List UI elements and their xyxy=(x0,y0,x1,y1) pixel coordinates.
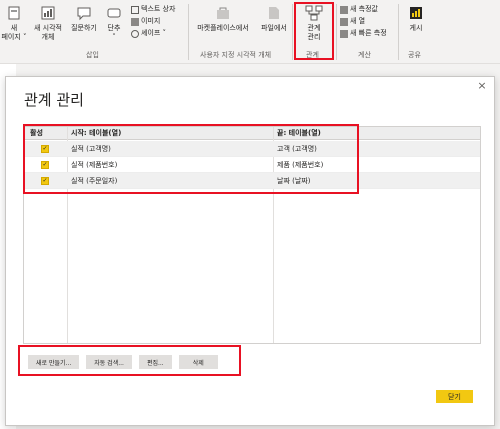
new-visual-label: 새 시각적 개체 xyxy=(34,24,62,41)
from-file-button[interactable]: 파일에서 xyxy=(257,4,291,33)
textbox-icon xyxy=(131,5,139,14)
publish-label: 게시 xyxy=(409,24,423,32)
insert-group-label: 삽입 xyxy=(86,51,99,59)
image-icon xyxy=(131,17,139,26)
new-column-label: 새 열 xyxy=(350,17,366,25)
new-quick-measure-button[interactable]: 새 빠른 측정 xyxy=(340,29,387,38)
ribbon-separator xyxy=(188,4,189,60)
shapes-icon xyxy=(131,29,139,38)
publish-button[interactable]: 게시 xyxy=(402,4,430,33)
shapes-label: 셰이프 ˅ xyxy=(141,29,167,37)
share-group-label: 공유 xyxy=(408,51,421,59)
table-highlight xyxy=(23,124,359,194)
new-visual-icon xyxy=(39,4,57,22)
buttons-highlight xyxy=(18,345,241,376)
quick-measure-icon xyxy=(340,29,348,38)
close-button[interactable]: 닫기 xyxy=(436,390,473,403)
new-quick-measure-label: 새 빠른 측정 xyxy=(350,29,387,37)
text-box-label: 텍스트 상자 xyxy=(141,5,176,13)
ask-question-label: 질문하기 xyxy=(71,24,97,32)
ribbon-separator xyxy=(292,4,293,60)
dialog-title: 관계 관리 xyxy=(24,91,84,109)
calc-group-label: 계산 xyxy=(358,51,371,59)
measure-icon xyxy=(340,5,348,14)
ribbon-separator xyxy=(336,4,337,60)
buttons-label: 단추 ˅ xyxy=(107,24,121,41)
manage-relationships-dialog: × 관계 관리 활성 시작: 테이블(열) 끝: 테이블(열) ✓ 실적 (고객… xyxy=(5,76,495,426)
marketplace-icon xyxy=(214,4,232,22)
qa-icon xyxy=(75,4,93,22)
text-box-button[interactable]: 텍스트 상자 xyxy=(131,5,175,14)
new-page-label: 새 페이지 ˅ xyxy=(1,24,27,41)
new-column-button[interactable]: 새 열 xyxy=(340,17,365,26)
new-visual-button[interactable]: 새 시각적 개체 xyxy=(30,4,66,42)
publish-icon xyxy=(407,4,425,22)
new-measure-label: 새 측정값 xyxy=(350,5,378,13)
buttons-button[interactable]: 단추 ˅ xyxy=(102,4,126,42)
new-page-button[interactable]: 새 페이지 ˅ xyxy=(1,4,27,42)
from-file-label: 파일에서 xyxy=(261,24,287,32)
file-icon xyxy=(265,4,283,22)
custom-visuals-group-label: 사용자 지정 시각적 개체 xyxy=(200,51,272,59)
new-page-icon xyxy=(5,4,23,22)
image-button[interactable]: 이미지 xyxy=(131,17,160,26)
ask-question-button[interactable]: 질문하기 xyxy=(67,4,101,33)
relationships-highlight xyxy=(294,2,334,60)
new-measure-button[interactable]: 새 측정값 xyxy=(340,5,378,14)
buttons-icon xyxy=(105,4,123,22)
ribbon-separator xyxy=(398,4,399,60)
ribbon: 새 페이지 ˅ 새 시각적 개체 질문하기 단추 ˅ 텍스트 상자 이미지 셰이… xyxy=(0,0,500,64)
shapes-button[interactable]: 셰이프 ˅ xyxy=(131,29,166,38)
marketplace-label: 마켓플레이스에서 xyxy=(197,24,249,32)
close-icon[interactable]: × xyxy=(476,80,488,92)
column-icon xyxy=(340,17,348,26)
image-label: 이미지 xyxy=(141,17,161,25)
marketplace-button[interactable]: 마켓플레이스에서 xyxy=(192,4,254,33)
